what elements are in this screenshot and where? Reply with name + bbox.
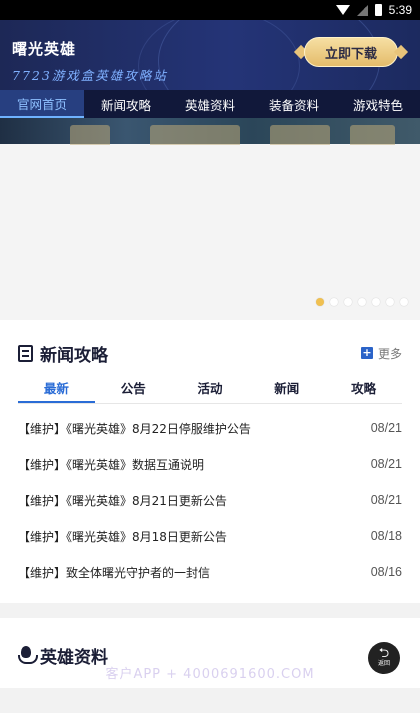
list-item[interactable]: 【维护】致全体曙光守护者的一封信 08/16 — [18, 554, 402, 590]
news-section-title: 新闻攻略 — [40, 345, 108, 366]
banner-carousel[interactable] — [0, 118, 420, 320]
page: 5:39 曙光英雄 7723游戏盒英雄攻略站 立即下载 官网首页 新闻攻略 英雄… — [0, 0, 420, 713]
carousel-dot[interactable] — [400, 298, 408, 306]
list-item[interactable]: 【维护】《曙光英雄》8月21日更新公告 08/21 — [18, 482, 402, 518]
nav-tab-news[interactable]: 新闻攻略 — [84, 90, 168, 118]
back-button-label: 返回 — [377, 660, 390, 667]
signal-icon — [356, 4, 368, 16]
battery-icon — [374, 4, 382, 16]
main-nav: 官网首页 新闻攻略 英雄资料 装备资料 游戏特色 — [0, 90, 420, 118]
more-label: 更多 — [377, 346, 402, 361]
more-link[interactable]: + 更多 — [360, 345, 402, 362]
back-button[interactable]: ⮌ 返回 — [368, 642, 400, 674]
nav-tab-heroes[interactable]: 英雄资料 — [168, 90, 252, 118]
news-item-title: 【维护】《曙光英雄》数据互通说明 — [18, 457, 205, 472]
download-button-wrap: 立即下载 — [293, 34, 409, 70]
carousel-dots — [316, 298, 408, 306]
plus-icon: + — [360, 346, 373, 359]
carousel-dot[interactable] — [372, 298, 380, 306]
news-item-date: 08/21 — [370, 457, 402, 471]
tab-latest[interactable]: 最新 — [18, 375, 95, 403]
tab-news[interactable]: 新闻 — [248, 375, 325, 403]
section-divider — [0, 603, 420, 618]
nav-tab-home[interactable]: 官网首页 — [0, 90, 84, 118]
news-list: 【维护】《曙光英雄》8月22日停服维护公告 08/21 【维护】《曙光英雄》数据… — [0, 404, 420, 590]
news-section-header: 新闻攻略 + 更多 — [0, 340, 420, 366]
news-tabs: 最新 公告 活动 新闻 攻略 — [18, 375, 402, 404]
nav-tab-equipment[interactable]: 装备资料 — [252, 90, 336, 118]
list-item[interactable]: 【维护】《曙光英雄》数据互通说明 08/21 — [18, 446, 402, 482]
news-item-title: 【维护】《曙光英雄》8月22日停服维护公告 — [18, 421, 251, 436]
document-icon — [18, 344, 33, 362]
site-header: 曙光英雄 7723游戏盒英雄攻略站 立即下载 — [0, 20, 420, 90]
carousel-dot[interactable] — [386, 298, 394, 306]
carousel-dot[interactable] — [316, 298, 324, 306]
news-item-title: 【维护】致全体曙光守护者的一封信 — [18, 565, 211, 580]
back-arrow-icon: ⮌ — [378, 646, 390, 661]
download-button[interactable]: 立即下载 — [304, 37, 398, 67]
watermark: 客户APP + 4000691600.COM — [105, 667, 315, 682]
list-item[interactable]: 【维护】《曙光英雄》8月18日更新公告 08/18 — [18, 518, 402, 554]
status-time: 5:39 — [388, 3, 412, 17]
news-section: 新闻攻略 + 更多 最新 公告 活动 新闻 攻略 【维护】《曙光英雄》8月22日… — [0, 320, 420, 603]
news-item-date: 08/21 — [370, 421, 402, 435]
tab-guides[interactable]: 攻略 — [325, 375, 402, 403]
tab-events[interactable]: 活动 — [172, 375, 249, 403]
news-item-title: 【维护】《曙光英雄》8月18日更新公告 — [18, 529, 227, 544]
carousel-dot[interactable] — [344, 298, 352, 306]
hero-icon — [18, 646, 38, 664]
wifi-icon — [335, 5, 350, 15]
news-item-date: 08/21 — [370, 493, 402, 507]
banner-image — [0, 118, 420, 145]
nav-tab-features[interactable]: 游戏特色 — [336, 90, 420, 118]
news-item-date: 08/18 — [370, 529, 402, 543]
status-bar: 5:39 — [0, 0, 420, 20]
heroes-section: 英雄资料 客户APP + 4000691600.COM — [0, 618, 420, 688]
list-item[interactable]: 【维护】《曙光英雄》8月22日停服维护公告 08/21 — [18, 410, 402, 446]
carousel-dot[interactable] — [358, 298, 366, 306]
tab-announcements[interactable]: 公告 — [95, 375, 172, 403]
news-item-date: 08/16 — [370, 565, 402, 579]
carousel-dot[interactable] — [330, 298, 338, 306]
news-item-title: 【维护】《曙光英雄》8月21日更新公告 — [18, 493, 227, 508]
